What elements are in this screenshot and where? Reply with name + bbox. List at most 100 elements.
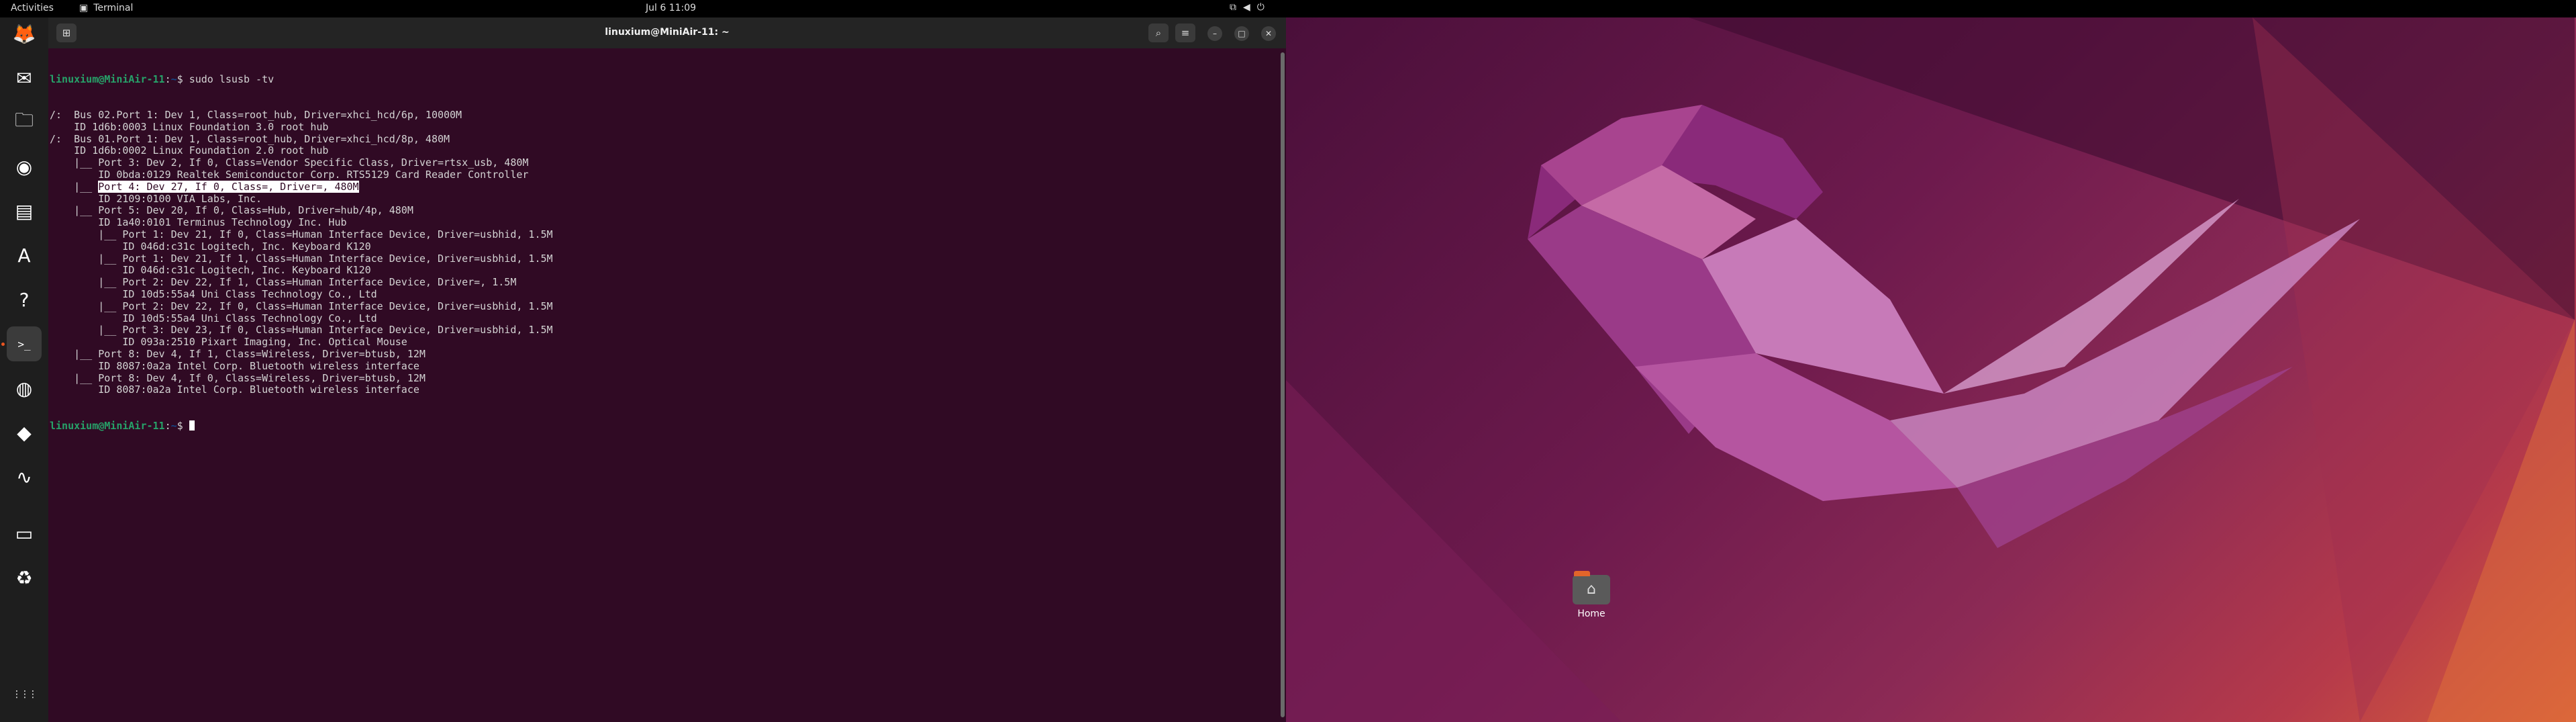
prompt-path: ~ bbox=[170, 73, 177, 85]
output-line-text: ID 093a:2510 Pixart Imaging, Inc. Optica… bbox=[50, 336, 407, 349]
output-line-text: |__ Port 8: Dev 4, If 1, Class=Wireless,… bbox=[50, 347, 426, 360]
output-line: ID 10d5:55a4 Uni Class Technology Co., L… bbox=[50, 312, 1271, 325]
dock-trash-button[interactable]: ♻ bbox=[7, 560, 42, 595]
output-line: ID 1d6b:0002 Linux Foundation 2.0 root h… bbox=[50, 144, 1271, 157]
clock[interactable]: Jul 6 11:09 bbox=[646, 3, 696, 13]
output-line-text: |__ Port 8: Dev 4, If 0, Class=Wireless,… bbox=[50, 371, 426, 384]
desktop: ⌂ Home bbox=[1286, 17, 2576, 722]
menu-button[interactable]: ≡ bbox=[1175, 24, 1195, 42]
dock-kodi-button[interactable]: ◆ bbox=[7, 415, 42, 450]
output-line-text: |__ Port 5: Dev 20, If 0, Class=Hub, Dri… bbox=[50, 204, 413, 217]
app-menu-label: Terminal bbox=[93, 3, 134, 13]
text-cursor bbox=[189, 420, 195, 431]
output-line: |__ Port 3: Dev 2, If 0, Class=Vendor Sp… bbox=[50, 156, 1271, 169]
dock-disk-button[interactable]: ▭ bbox=[7, 516, 42, 551]
output-line-text: |__ bbox=[50, 180, 99, 193]
prompt-path: ~ bbox=[170, 419, 177, 432]
output-line-text: |__ Port 1: Dev 21, If 1, Class=Human In… bbox=[50, 252, 553, 265]
output-line: ID 093a:2510 Pixart Imaging, Inc. Optica… bbox=[50, 336, 1271, 349]
dock-terminal-button[interactable]: >_ bbox=[7, 326, 42, 361]
terminal-app-icon: ▣ bbox=[79, 3, 89, 13]
prompt-line: linuxium@MiniAir-11:~$ bbox=[50, 420, 1271, 433]
command-line: linuxium@MiniAir-11:~$ sudo lsusb -tv bbox=[50, 73, 275, 85]
system-monitor-icon: ∿ bbox=[16, 465, 32, 488]
terminal-output[interactable]: linuxium@MiniAir-11:~$ sudo lsusb -tv /:… bbox=[50, 50, 1271, 715]
rhythmbox-icon: ◉ bbox=[15, 155, 33, 178]
home-desktop-icon[interactable]: ⌂ Home bbox=[1568, 571, 1615, 619]
home-label: Home bbox=[1577, 608, 1605, 619]
app-center-icon: A bbox=[17, 244, 31, 267]
output-line-text: ID 10d5:55a4 Uni Class Technology Co., L… bbox=[50, 287, 377, 300]
output-line: ID 8087:0a2a Intel Corp. Bluetooth wirel… bbox=[50, 360, 1271, 373]
show-apps-icon: ⋮⋮⋮ bbox=[12, 689, 38, 700]
maximize-button[interactable]: □ bbox=[1234, 26, 1249, 41]
dock: 🦊 ✉ 🗀 ◉ ▤ A? >_ ◍ ◆ ∿ ▭ ♻ ⋮⋮⋮ bbox=[0, 17, 48, 722]
home-folder-icon: ⌂ bbox=[1573, 571, 1610, 604]
dock-system-monitor-button[interactable]: ∿ bbox=[7, 459, 42, 494]
output-line-text: |__ Port 1: Dev 21, If 0, Class=Human In… bbox=[50, 228, 553, 240]
close-button[interactable]: ✕ bbox=[1261, 26, 1276, 41]
search-icon: ⌕ bbox=[1155, 27, 1162, 39]
dock-thunderbird-button[interactable]: ✉ bbox=[7, 60, 42, 95]
output-line-text: ID 046d:c31c Logitech, Inc. Keyboard K12… bbox=[50, 264, 371, 277]
output-line-text: ID 2109:0100 VIA Labs, Inc. bbox=[50, 192, 262, 205]
system-tray[interactable]: ⧉ ◀ ⏻ bbox=[1230, 2, 1265, 13]
disk-icon: ▭ bbox=[15, 522, 34, 545]
output-line: |__ Port 8: Dev 4, If 0, Class=Wireless,… bbox=[50, 371, 1271, 385]
minimize-button[interactable]: – bbox=[1207, 26, 1222, 41]
output-line: /: Bus 02.Port 1: Dev 1, Class=root_hub,… bbox=[50, 109, 1271, 122]
dock-firefox-button[interactable]: 🦊 bbox=[7, 16, 42, 51]
terminal-window: ⊞ linuxium@MiniAir-11: ~ ⌕ ≡ – □ ✕ linux… bbox=[48, 17, 1286, 722]
chrome-icon: ◍ bbox=[15, 377, 33, 400]
dock-chrome-button[interactable]: ◍ bbox=[7, 371, 42, 406]
output-line: |__ Port 3: Dev 23, If 0, Class=Human In… bbox=[50, 324, 1271, 336]
output-line: |__ Port 8: Dev 4, If 1, Class=Wireless,… bbox=[50, 347, 1271, 361]
jellyfish-wallpaper bbox=[1286, 17, 2576, 722]
running-indicator bbox=[1, 343, 5, 346]
dock-writer-button[interactable]: ▤ bbox=[7, 193, 42, 228]
kodi-icon: ◆ bbox=[17, 421, 32, 444]
search-button[interactable]: ⌕ bbox=[1148, 24, 1169, 42]
window-title: linuxium@MiniAir-11: ~ bbox=[605, 27, 730, 38]
selected-text[interactable]: Port 4: Dev 27, If 0, Class=, Driver=, 4… bbox=[98, 180, 359, 193]
dock-files-button[interactable]: 🗀 bbox=[7, 105, 42, 140]
output-line-text: ID 046d:c31c Logitech, Inc. Keyboard K12… bbox=[50, 240, 371, 253]
output-line-text: /: Bus 02.Port 1: Dev 1, Class=root_hub,… bbox=[50, 108, 462, 121]
output-line-text: ID 8087:0a2a Intel Corp. Bluetooth wirel… bbox=[50, 383, 419, 396]
output-line: |__ Port 4: Dev 27, If 0, Class=, Driver… bbox=[50, 180, 1271, 193]
output-lines: /: Bus 02.Port 1: Dev 1, Class=root_hub,… bbox=[50, 109, 1271, 396]
prompt-user: linuxium@MiniAir-11 bbox=[50, 419, 165, 432]
output-line-text: ID 1d6b:0003 Linux Foundation 3.0 root h… bbox=[50, 120, 329, 133]
dock-app-center-button[interactable]: A bbox=[7, 238, 42, 273]
output-line-text: ID 1a40:0101 Terminus Technology Inc. Hu… bbox=[50, 216, 347, 229]
output-line-text: ID 0bda:0129 Realtek Semiconductor Corp.… bbox=[50, 168, 529, 181]
terminal-icon: >_ bbox=[17, 337, 31, 351]
help-icon: ? bbox=[19, 288, 30, 311]
output-line: ID 2109:0100 VIA Labs, Inc. bbox=[50, 193, 1271, 206]
output-line: ID 1a40:0101 Terminus Technology Inc. Hu… bbox=[50, 216, 1271, 229]
files-icon: 🗀 bbox=[14, 109, 34, 131]
output-line: /: Bus 01.Port 1: Dev 1, Class=root_hub,… bbox=[50, 132, 1271, 146]
output-line-text: |__ Port 3: Dev 23, If 0, Class=Human In… bbox=[50, 324, 553, 336]
prompt-user: linuxium@MiniAir-11 bbox=[50, 73, 165, 85]
output-line: ID 046d:c31c Logitech, Inc. Keyboard K12… bbox=[50, 264, 1271, 277]
thunderbird-icon: ✉ bbox=[16, 66, 32, 89]
command-text: sudo lsusb -tv bbox=[189, 73, 275, 85]
firefox-icon: 🦊 bbox=[12, 22, 36, 45]
output-line: ID 10d5:55a4 Uni Class Technology Co., L… bbox=[50, 287, 1271, 301]
dock-help-button[interactable]: ? bbox=[7, 282, 42, 317]
output-line: |__ Port 5: Dev 20, If 0, Class=Hub, Dri… bbox=[50, 204, 1271, 217]
output-line: ID 8087:0a2a Intel Corp. Bluetooth wirel… bbox=[50, 383, 1271, 396]
top-bar: Activities ▣ Terminal Jul 6 11:09 ⧉ ◀ ⏻ bbox=[0, 0, 2576, 17]
dock-rhythmbox-button[interactable]: ◉ bbox=[7, 149, 42, 184]
output-line-text: /: Bus 01.Port 1: Dev 1, Class=root_hub,… bbox=[50, 132, 450, 145]
app-menu[interactable]: ▣ Terminal bbox=[79, 3, 133, 13]
activities-button[interactable]: Activities bbox=[11, 3, 54, 13]
output-line-text: ID 1d6b:0002 Linux Foundation 2.0 root h… bbox=[50, 144, 329, 157]
output-line: |__ Port 2: Dev 22, If 1, Class=Human In… bbox=[50, 276, 1271, 289]
output-line-text: |__ Port 3: Dev 2, If 0, Class=Vendor Sp… bbox=[50, 156, 529, 169]
output-line: |__ Port 1: Dev 21, If 1, Class=Human In… bbox=[50, 253, 1271, 265]
dock-show-apps-button[interactable]: ⋮⋮⋮ bbox=[7, 677, 42, 712]
scrollbar[interactable] bbox=[1281, 52, 1285, 717]
output-line-text: |__ Port 2: Dev 22, If 1, Class=Human In… bbox=[50, 276, 517, 289]
